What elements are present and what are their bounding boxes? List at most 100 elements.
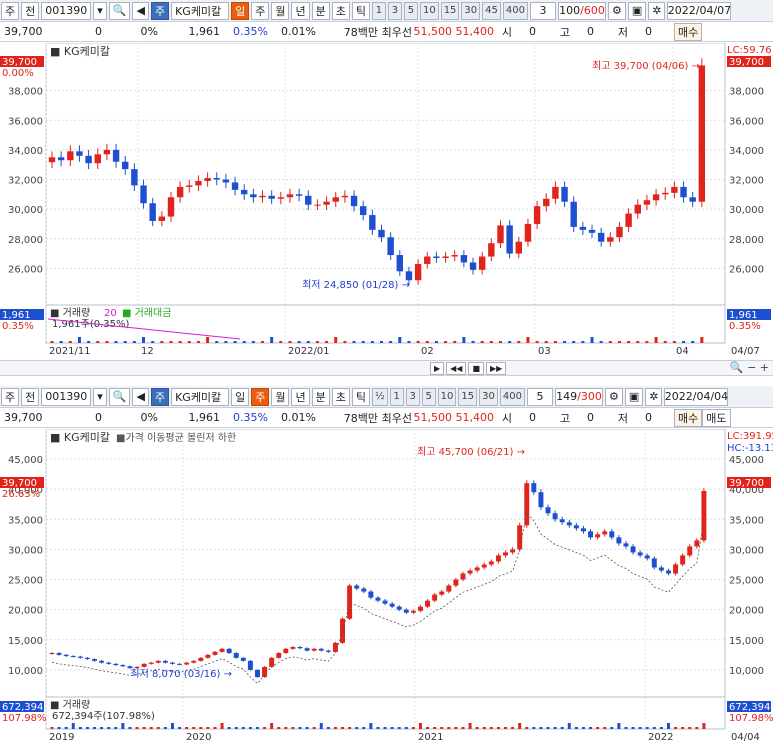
top-min-1[interactable]: 1: [371, 1, 386, 20]
candle-body: [283, 648, 289, 654]
bottom-min-10[interactable]: 10: [437, 387, 457, 406]
top-min-15[interactable]: 15: [440, 1, 460, 20]
zoom-in-icon[interactable]: +: [760, 361, 769, 374]
candle-body: [99, 660, 105, 663]
volume-bar: [77, 337, 81, 343]
bottom-settings-icon[interactable]: ✲: [645, 387, 663, 406]
top-min-30[interactable]: 30: [461, 1, 481, 20]
top-settings-icon[interactable]: ✲: [648, 1, 666, 20]
zoom-search-icon[interactable]: 🔍: [730, 361, 744, 374]
bottom-type-select[interactable]: 전: [21, 387, 40, 406]
volume-bar: [489, 341, 493, 343]
lc-indicator: LC:391.95: [727, 431, 773, 442]
top-min-10[interactable]: 10: [419, 1, 439, 20]
top-min-400[interactable]: 400: [502, 1, 528, 20]
top-code-input[interactable]: 001390: [41, 1, 92, 20]
bottom-code-input[interactable]: 001390: [41, 387, 92, 406]
candle-body: [113, 663, 119, 666]
bottom-quote-high-label: 고: [559, 411, 570, 425]
top-market-select[interactable]: 주: [1, 1, 20, 20]
candle-body: [673, 564, 679, 574]
bottom-min-5[interactable]: 5: [421, 387, 436, 406]
volume-bar: [526, 337, 530, 343]
top-min-3[interactable]: 3: [387, 1, 402, 20]
volume-bar: [270, 337, 274, 343]
bottom-min-half[interactable]: ½: [371, 387, 388, 406]
nav-play-icon[interactable]: ▶: [430, 362, 445, 375]
top-period-minute[interactable]: 분: [311, 1, 330, 20]
volume-bar: [50, 341, 54, 343]
top-quote-high: 0: [587, 25, 594, 38]
top-period-week[interactable]: 주: [251, 1, 270, 20]
bottom-search-icon[interactable]: 🔍: [108, 387, 131, 406]
nav-rewind-icon[interactable]: ◀◀: [446, 362, 467, 375]
zoom-out-icon[interactable]: −: [747, 361, 756, 374]
top-quote-open-label: 시: [501, 25, 512, 39]
bottom-stock-button[interactable]: 주: [150, 387, 170, 406]
bottom-period-year[interactable]: 년: [291, 387, 310, 406]
top-quote-amount: 78백만: [343, 25, 378, 39]
top-count-field[interactable]: 100/600: [557, 1, 606, 20]
top-buy-button[interactable]: 매수: [674, 22, 703, 41]
bottom-save-icon[interactable]: ▣: [624, 387, 644, 406]
volume-bar: [674, 727, 678, 729]
nav-forward-icon[interactable]: ▶▶: [486, 362, 507, 375]
top-period-month[interactable]: 월: [271, 1, 290, 20]
volume-bar: [206, 337, 210, 343]
bottom-period-month[interactable]: 월: [271, 387, 290, 406]
top-save-icon[interactable]: ▣: [627, 1, 647, 20]
top-dropdown-icon[interactable]: ▾: [93, 1, 107, 20]
volume-bar: [574, 727, 578, 729]
bottom-interval-select[interactable]: 5: [526, 387, 553, 406]
candle-body: [186, 185, 193, 187]
bottom-speaker-icon[interactable]: ◀: [132, 387, 149, 406]
top-search-icon[interactable]: 🔍: [108, 1, 131, 20]
top-stock-button[interactable]: 주: [150, 1, 170, 20]
bottom-min-15[interactable]: 15: [458, 387, 478, 406]
y-tick-label-left: 15,000: [8, 636, 43, 647]
bottom-buy-button[interactable]: 매수: [674, 408, 703, 427]
bottom-min-3[interactable]: 3: [405, 387, 420, 406]
x-tick-label: 2019: [49, 732, 74, 743]
top-period-tick[interactable]: 틱: [351, 1, 370, 20]
bottom-min-1[interactable]: 1: [389, 387, 404, 406]
bottom-count-field[interactable]: 149/300: [554, 387, 603, 406]
candle-body: [652, 194, 660, 201]
top-tool-icon[interactable]: ⚙: [607, 1, 626, 20]
volume-bar: [496, 727, 500, 729]
volume-bar: [608, 341, 612, 343]
bottom-period-minute[interactable]: 분: [311, 387, 330, 406]
candle-body: [588, 229, 596, 233]
x-tick-label: 2021/11: [49, 346, 91, 357]
candle-body: [378, 229, 385, 238]
bottom-period-tick[interactable]: 틱: [351, 387, 370, 406]
bottom-market-select[interactable]: 주: [1, 387, 20, 406]
top-type-select[interactable]: 전: [21, 1, 40, 20]
candle-body: [241, 189, 248, 195]
bottom-min-400[interactable]: 400: [499, 387, 525, 406]
candle-body: [517, 525, 523, 550]
candle-body: [219, 648, 225, 652]
candle-body: [297, 647, 303, 649]
top-period-day[interactable]: 일: [231, 1, 250, 20]
bottom-dropdown-icon[interactable]: ▾: [93, 387, 107, 406]
bottom-period-day[interactable]: 일: [231, 387, 250, 406]
bottom-sell-button[interactable]: 매도: [702, 408, 731, 427]
top-min-5[interactable]: 5: [403, 1, 418, 20]
bottom-date-field[interactable]: 2022/04/04: [664, 387, 729, 406]
volume-bar: [610, 727, 614, 729]
bottom-tool-icon[interactable]: ⚙: [604, 387, 623, 406]
top-period-year[interactable]: 년: [291, 1, 310, 20]
nav-stop-icon[interactable]: ■: [468, 362, 485, 375]
candle-body: [545, 507, 551, 514]
bottom-period-second[interactable]: 초: [331, 387, 350, 406]
top-period-second[interactable]: 초: [331, 1, 350, 20]
candle-body: [92, 659, 97, 661]
bottom-period-week[interactable]: 주: [251, 387, 270, 406]
top-speaker-icon[interactable]: ◀: [132, 1, 149, 20]
volume-bar: [480, 341, 484, 343]
top-interval-select[interactable]: 3: [529, 1, 556, 20]
top-min-45[interactable]: 45: [482, 1, 501, 20]
bottom-min-30[interactable]: 30: [479, 387, 498, 406]
top-date-field[interactable]: 2022/04/07: [667, 1, 732, 20]
